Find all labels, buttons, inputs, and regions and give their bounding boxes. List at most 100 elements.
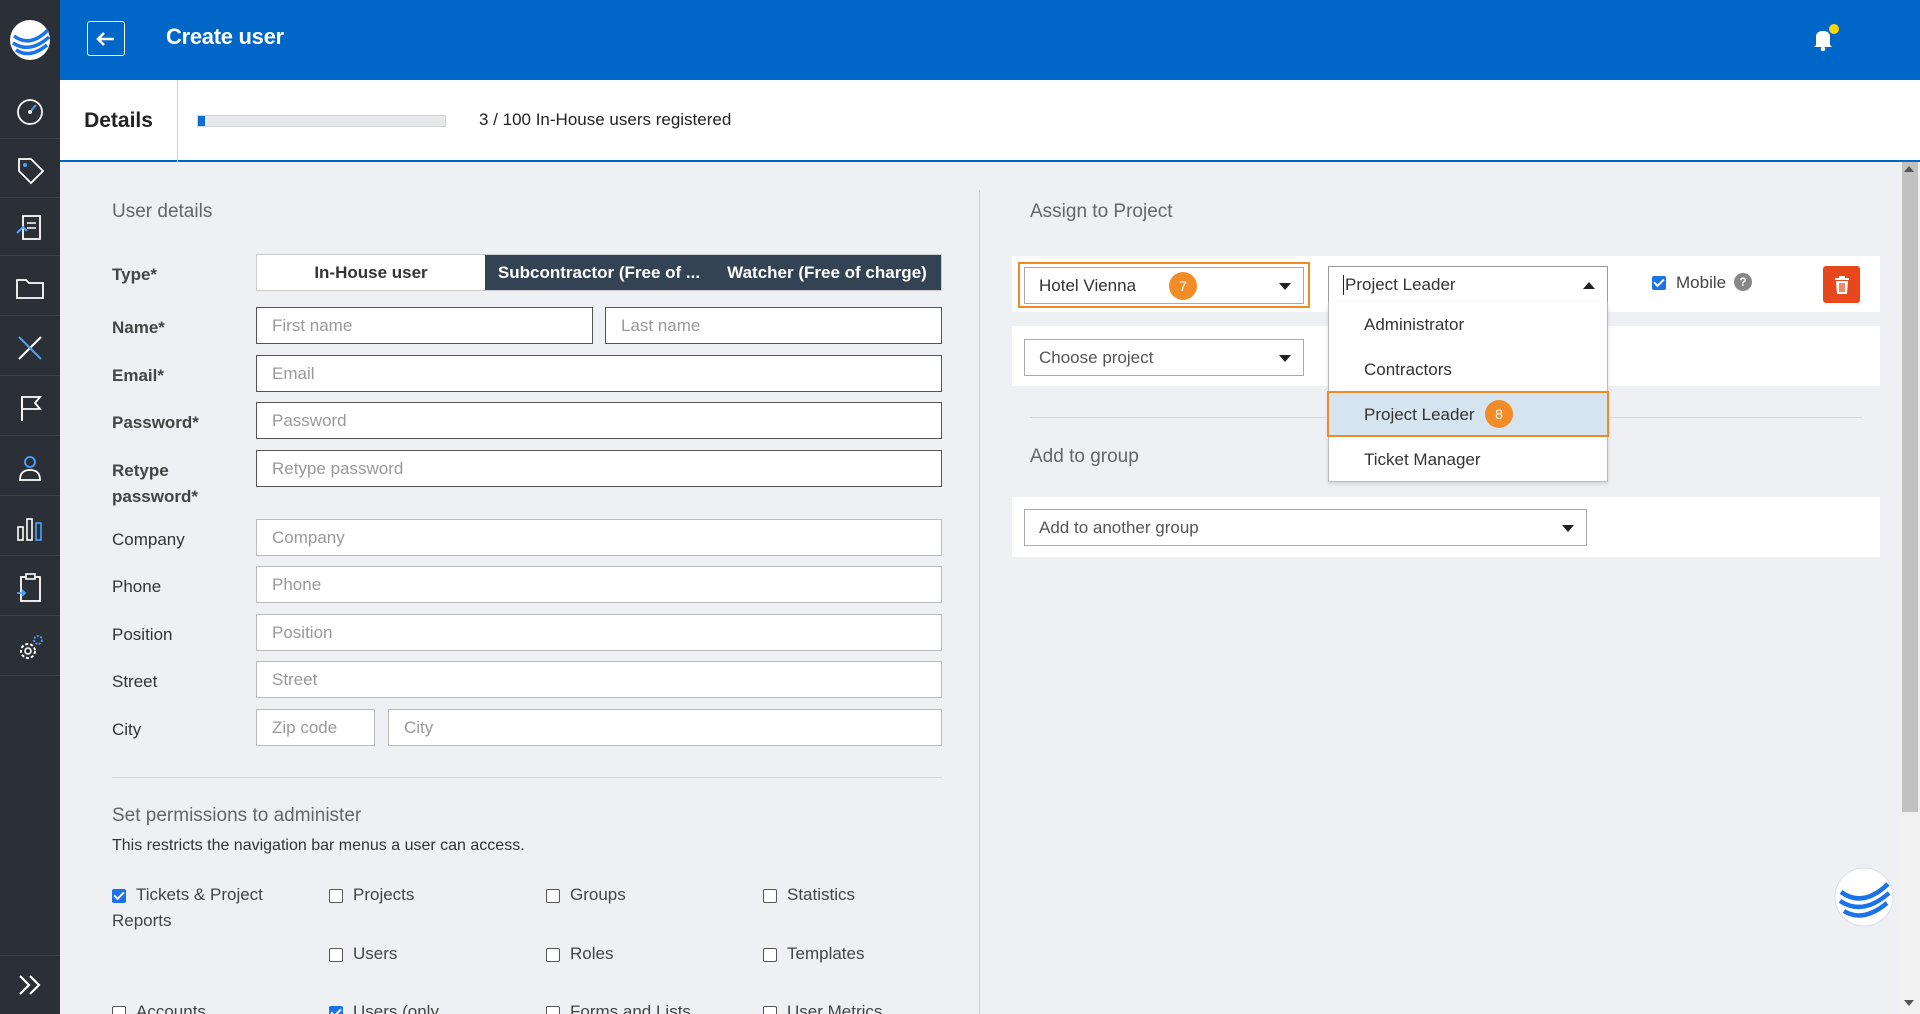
users-progress-fill (198, 116, 206, 126)
caret-up-icon (1583, 282, 1595, 289)
role-select[interactable]: Project Leader (1328, 266, 1608, 303)
permission-checkbox-box[interactable] (329, 948, 343, 962)
permission-label: Templates (787, 941, 864, 967)
permission-label-line1: Accounts (136, 1002, 206, 1014)
back-arrow-icon (96, 31, 114, 46)
user-type-selector: In-House user Subcontractor (Free of ...… (256, 254, 942, 291)
type-option-subcontractor[interactable]: Subcontractor (Free of ... (485, 255, 713, 290)
projects-folder-icon[interactable] (0, 260, 60, 316)
role-option-ticket-manager[interactable]: Ticket Manager (1329, 437, 1607, 482)
app-logo-icon[interactable] (0, 0, 60, 80)
trash-icon (1834, 275, 1849, 294)
chat-support-logo-icon[interactable] (1833, 866, 1895, 928)
milestones-flag-icon[interactable] (0, 380, 60, 436)
street-input[interactable] (256, 661, 942, 698)
users-person-icon[interactable] (0, 440, 60, 496)
permissions-description: This restricts the navigation bar menus … (112, 837, 525, 854)
role-select-value: Project Leader (1343, 274, 1456, 295)
add-group-select[interactable]: Add to another group (1024, 509, 1587, 546)
position-label: Position (112, 625, 173, 644)
type-option-watcher[interactable]: Watcher (Free of charge) (713, 255, 941, 290)
caret-down-icon (1562, 525, 1574, 532)
role-option-administrator[interactable]: Administrator (1329, 302, 1607, 347)
add-group-heading: Add to group (1030, 446, 1139, 467)
role-option-contractors[interactable]: Contractors (1329, 347, 1607, 392)
permission-checkbox-box[interactable] (763, 948, 777, 962)
permission-checkbox[interactable]: Users (329, 944, 397, 967)
permission-checkbox-box[interactable] (546, 948, 560, 962)
settings-gear-icon[interactable] (0, 620, 60, 676)
permission-label: Tickets & Project Reports (112, 882, 263, 934)
password-input[interactable] (256, 402, 942, 439)
permission-label-line1: Forms and Lists (570, 1002, 691, 1014)
permission-label-line1: Users (only (353, 1002, 439, 1014)
permission-label-line1: Users (353, 944, 398, 963)
email-input[interactable] (256, 355, 942, 392)
tickets-tag-icon[interactable] (0, 142, 60, 198)
tools-ruler-icon[interactable] (0, 320, 60, 376)
permission-checkbox[interactable]: Projects (329, 885, 414, 908)
permission-checkbox[interactable]: Roles (546, 944, 613, 967)
permission-label-line1: Projects (353, 885, 415, 904)
permission-checkbox-box[interactable] (546, 889, 560, 903)
expand-sidebar-chevrons-icon[interactable] (0, 955, 60, 1014)
dashboard-gauge-icon[interactable] (0, 83, 60, 139)
permission-checkbox-box[interactable] (329, 889, 343, 903)
company-input[interactable] (256, 519, 942, 556)
reports-document-icon[interactable] (0, 200, 60, 256)
permission-checkbox[interactable]: Accounts (112, 1002, 206, 1014)
permission-label: Projects (353, 882, 414, 908)
permission-checkbox[interactable]: Tickets & Project Reports (112, 885, 263, 934)
scroll-down-arrow-icon[interactable] (1904, 1000, 1914, 1006)
section-divider (112, 777, 942, 778)
city-input[interactable] (388, 709, 942, 746)
panel-divider (979, 190, 980, 1014)
permission-checkbox-box[interactable] (112, 1006, 126, 1014)
retype-password-input[interactable] (256, 450, 942, 487)
mobile-checkbox-box[interactable] (1652, 276, 1666, 290)
delete-assignment-button[interactable] (1823, 266, 1860, 303)
selected-role-highlight-frame (1327, 391, 1609, 437)
permission-checkbox[interactable]: Forms and Lists (546, 1002, 691, 1014)
phone-input[interactable] (256, 566, 942, 603)
scrollbar-thumb[interactable] (1902, 162, 1918, 812)
choose-project-select[interactable]: Choose project (1024, 339, 1304, 376)
permission-label: Users (353, 941, 397, 967)
last-name-input[interactable] (605, 307, 942, 344)
permission-checkbox-box[interactable] (112, 889, 126, 903)
permission-label: Statistics (787, 882, 855, 908)
users-registered-text: 3 / 100 In-House users registered (479, 110, 732, 129)
permission-checkbox[interactable]: Statistics (763, 885, 855, 908)
top-header: Create user (60, 0, 1920, 80)
permission-label-line1: User Metrics (787, 1002, 883, 1014)
permission-checkbox[interactable]: Users (only (329, 1002, 439, 1014)
sidebar (0, 0, 60, 1014)
permission-label: Groups (570, 882, 626, 908)
permission-checkbox-box[interactable] (329, 1006, 343, 1014)
permission-checkbox-box[interactable] (546, 1006, 560, 1014)
permission-checkbox[interactable]: Groups (546, 885, 626, 908)
position-input[interactable] (256, 614, 942, 651)
permission-checkbox-box[interactable] (763, 889, 777, 903)
statistics-bar-chart-icon[interactable] (0, 500, 60, 556)
permission-checkbox-box[interactable] (763, 1006, 777, 1014)
zip-code-input[interactable] (256, 709, 375, 746)
mobile-checkbox[interactable]: Mobile ? (1652, 273, 1753, 293)
first-name-input[interactable] (256, 307, 593, 344)
permission-checkbox[interactable]: User Metrics (763, 1002, 883, 1014)
scroll-up-arrow-icon[interactable] (1904, 166, 1914, 172)
tab-details[interactable]: Details (60, 80, 178, 162)
company-label: Company (112, 530, 185, 549)
retype-password-label-line1: Retype (112, 461, 169, 480)
help-question-icon[interactable]: ? (1734, 273, 1753, 291)
project-select[interactable]: Hotel Vienna (1024, 267, 1304, 304)
type-option-in-house[interactable]: In-House user (257, 255, 485, 290)
city-label: City (112, 720, 142, 739)
templates-clipboard-icon[interactable] (0, 560, 60, 616)
password-label: Password* (112, 413, 199, 432)
mobile-checkbox-label: Mobile (1676, 273, 1727, 292)
project-select-value: Hotel Vienna (1039, 275, 1137, 295)
back-button[interactable] (87, 21, 125, 56)
permission-checkbox[interactable]: Templates (763, 944, 864, 967)
permission-label: Forms and Lists (570, 999, 691, 1014)
